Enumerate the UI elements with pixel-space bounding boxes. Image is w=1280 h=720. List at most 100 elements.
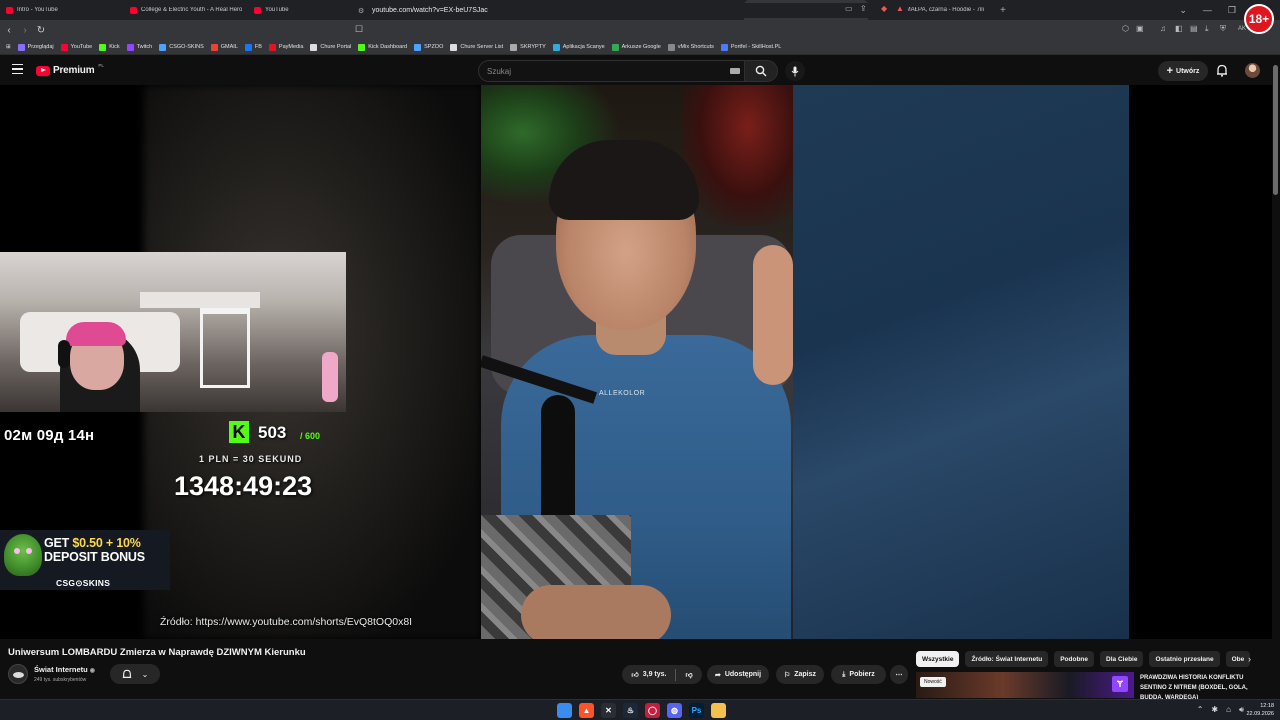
brave-shield-icon[interactable]: ◆ [881,4,887,13]
notifications-bell-icon[interactable] [1216,64,1228,77]
network-icon[interactable]: ⌂ [1226,705,1231,715]
bookmark-label: Kick Dashboard [368,44,408,50]
photoshop-icon[interactable]: Ps [689,703,704,718]
new-tab-button[interactable]: + [992,5,1014,16]
subscription-bell-button[interactable]: ⌄ [110,664,160,684]
maximize-button[interactable]: ❐ [1228,5,1236,16]
bookmark-icon: ⚐ [783,671,791,679]
like-button[interactable]: 👍︎ 3,9 tys. [631,670,666,679]
tab-title: College & Electric Youth - A Real Hero [141,7,242,13]
wallet-icon[interactable]: ▤ [1190,24,1198,33]
bookmark-item[interactable]: Chure Portal [310,43,351,51]
url-bar[interactable]: ⚙ youtube.com/watch?v=EX-beU7SJac [352,3,908,18]
bookmark-item[interactable]: YouTube [60,43,92,51]
download-button[interactable]: ⤓ Pobierz [831,665,886,684]
vpn-icon[interactable]: ⛨ [1220,24,1226,34]
bookmark-item[interactable]: Aplikacja Scanye [552,43,605,51]
tab-search-icon[interactable]: ⌄ [1179,5,1187,16]
share-button[interactable]: ➦ Udostępnij [707,665,769,684]
volume-icon[interactable]: 🔊︎ [1239,705,1244,715]
save-button[interactable]: ⚐ Zapisz [776,665,824,684]
save-label: Zapisz [794,671,817,678]
voice-search-button[interactable] [785,61,805,81]
page-scrollbar[interactable] [1272,57,1280,699]
bookmark-label: SPZOO [424,44,444,50]
download-label: Pobierz [849,671,875,678]
bookmark-item[interactable]: Portfel - SkillHost.PL [720,43,781,51]
recommended-video-thumbnail[interactable] [916,672,1134,698]
apps-grid-icon[interactable]: ⊞ [6,44,11,50]
reader-icon[interactable]: ▣ [1136,24,1144,33]
channel-avatar[interactable] [8,664,28,684]
ad-offer-prefix: GET [44,536,73,550]
install-app-icon[interactable]: ▭ [845,4,853,13]
brave-browser-icon[interactable]: ▲ [579,703,594,718]
keyboard-icon[interactable] [730,68,740,74]
minimize-button[interactable]: — [1203,5,1212,15]
sponsor-mascot-icon [4,534,42,576]
channel-name[interactable]: Świat Internetu ◉ [34,665,95,674]
browser-tab[interactable]: Intro - YouTube [0,0,124,20]
bluetooth-icon[interactable]: ✱ [1211,705,1218,715]
bookmark-item[interactable]: Kick [99,43,120,51]
filter-chip[interactable]: Wszystkie [916,651,960,667]
extension-icon[interactable]: ⬡ [1122,24,1129,33]
profile-label[interactable]: AK [1238,26,1246,32]
sidebar-icon[interactable]: ◧ [1175,24,1183,33]
bookmark-item[interactable]: Przeglądaj [17,43,54,51]
bookmark-item[interactable]: GMAIL [210,43,238,51]
bookmark-label: SKRYPTY [520,44,546,50]
system-clock[interactable]: 12:18 22.09.2026 [1246,702,1274,718]
share-label: Udostępnij [724,671,762,678]
video-player[interactable]: ALLEKOLOR 02м 09д 14н K 503 / 600 1 PLN … [0,85,1272,639]
bookmark-item[interactable]: Arkusze Google [611,43,661,51]
menu-icon[interactable] [12,64,23,77]
site-info-icon[interactable]: ⚙ [358,7,364,15]
tray-expand-icon[interactable]: ⌃ [1197,705,1204,715]
forward-icon[interactable]: › [18,25,32,36]
downloads-icon[interactable]: ⤓ [1205,24,1209,34]
shirt-logo: ALLEKOLOR [599,390,646,397]
ad-offer-line: GET $0.50 + 10% [44,536,141,550]
webcam-chair [200,308,250,388]
bookmark-item[interactable]: SPZOO [414,43,444,51]
bookmark-item[interactable]: Twitch [126,43,152,51]
reload-icon[interactable]: ↻ [34,25,48,36]
bookmark-item[interactable]: FB [244,43,262,51]
bookmark-item[interactable]: Kick Dashboard [358,43,408,51]
filter-chip[interactable]: Dla Ciebie [1100,651,1144,667]
file-explorer-icon[interactable] [711,703,726,718]
windows-start-icon[interactable] [557,703,572,718]
back-icon[interactable]: ‹ [2,25,16,36]
chevron-right-icon[interactable]: › [1248,654,1251,664]
search-input[interactable]: Szukaj [478,60,744,82]
steam-icon[interactable]: ♨ [623,703,638,718]
account-avatar[interactable] [1245,63,1260,78]
discord-icon[interactable]: ◍ [667,703,682,718]
browser-tab[interactable]: College & Electric Youth - A Real Hero [124,0,248,20]
bookmark-item[interactable]: Chure Server List [450,43,503,51]
opera-gx-icon[interactable]: ◯ [645,703,660,718]
search-button[interactable] [744,60,778,82]
streamer-webcam [0,252,346,412]
bookmark-page-icon[interactable]: ☐ [355,24,363,35]
filter-chip[interactable]: Ostatnio przesłane [1149,651,1220,667]
media-icon[interactable]: ♫ [1160,24,1166,33]
brave-rewards-icon[interactable]: ▲ [896,4,904,13]
filter-chip[interactable]: Obe [1225,651,1251,667]
youtube-logo[interactable]: Premium PL [36,63,104,76]
more-actions-button[interactable]: ⋯ [890,665,908,684]
bookmark-item[interactable]: PayMedia [268,43,303,51]
bookmark-item[interactable]: CSGO-SKINS [159,43,204,51]
xbox-icon[interactable]: ✕ [601,703,616,718]
bookmark-item[interactable]: SKRYPTY [510,43,546,51]
dislike-button[interactable]: 👎︎ [685,670,692,679]
uptime-counter: 02м 09д 14н [4,427,95,444]
create-button[interactable]: + Utwórz [1158,61,1208,81]
scrollbar-thumb[interactable] [1273,65,1278,195]
filter-chip[interactable]: Źródło: Świat Internetu [965,651,1049,667]
filter-chip[interactable]: Podobne [1054,651,1095,667]
bookmark-item[interactable]: vMix Shortcuts [667,43,714,51]
share-page-icon[interactable]: ⇪ [860,4,867,13]
search-icon [755,65,767,77]
